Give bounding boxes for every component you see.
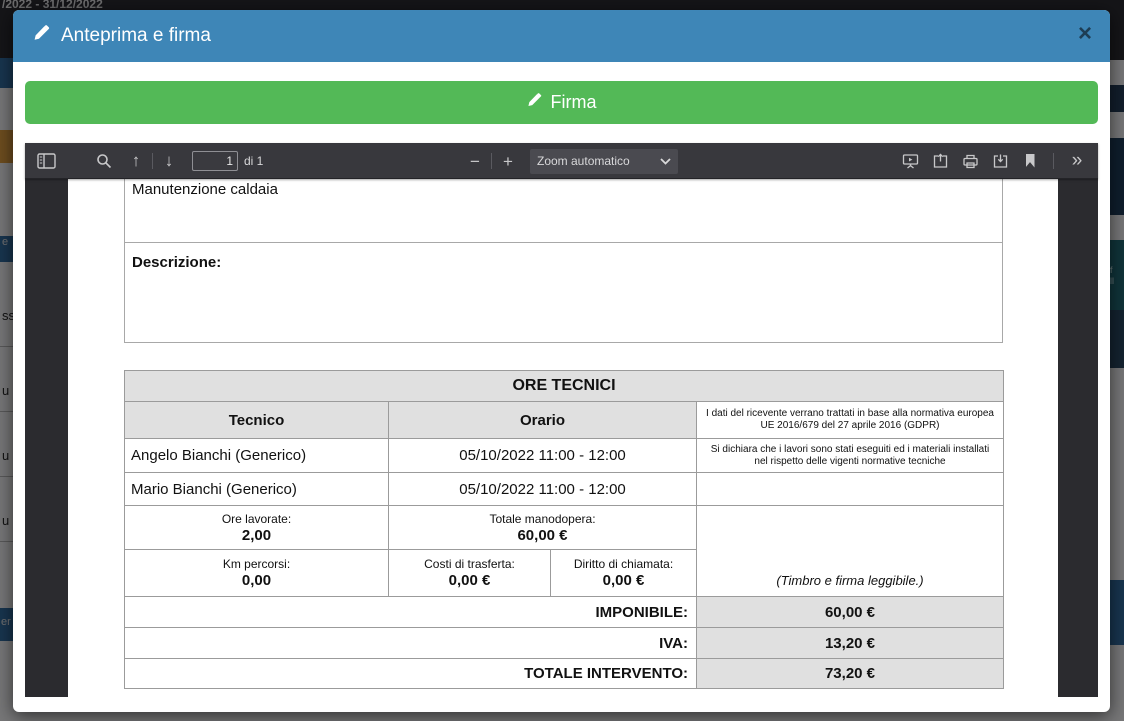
zoom-in-icon[interactable]: + xyxy=(495,148,521,174)
column-header-orario: Orario xyxy=(389,402,697,439)
technician-time: 05/10/2022 11:00 - 12:00 xyxy=(389,473,697,506)
pdf-viewer: ↑ ↓ di 1 − + xyxy=(25,143,1098,697)
presentation-mode-icon[interactable] xyxy=(897,148,923,174)
column-header-tecnico: Tecnico xyxy=(125,402,389,439)
gdpr-note: I dati del ricevente verrano trattati in… xyxy=(697,402,1004,439)
pdf-toolbar: ↑ ↓ di 1 − + xyxy=(25,143,1098,179)
search-icon[interactable] xyxy=(91,148,117,174)
total-row-label: IMPONIBILE: xyxy=(125,597,697,628)
work-title-box: Manutenzione caldaia xyxy=(124,179,1003,243)
sign-button-label: Firma xyxy=(551,92,597,113)
declaration-note: Si dichiara che i lavori sono stati eseg… xyxy=(697,439,1004,473)
empty-cell xyxy=(697,473,1004,506)
costi-trasferta-cell: Costi di trasferta: 0,00 € xyxy=(389,550,551,597)
page-count-label: di 1 xyxy=(244,154,263,168)
description-box: Descrizione: xyxy=(124,242,1003,343)
stamp-signature-cell: (Timbro e firma leggibile.) xyxy=(697,506,1004,597)
work-title: Manutenzione caldaia xyxy=(132,181,278,198)
technician-name: Mario Bianchi (Generico) xyxy=(125,473,389,506)
more-tools-icon[interactable]: » xyxy=(1064,148,1090,174)
pdf-page: Manutenzione caldaia Descrizione: ORE TE… xyxy=(68,179,1058,697)
current-view-bookmark-icon[interactable] xyxy=(1017,148,1043,174)
print-icon[interactable] xyxy=(957,148,983,174)
modal-header: Anteprima e firma × xyxy=(13,10,1110,62)
pdf-document-area[interactable]: Manutenzione caldaia Descrizione: ORE TE… xyxy=(25,179,1098,697)
sidebar-toggle-icon[interactable] xyxy=(33,148,59,174)
description-label: Descrizione: xyxy=(132,254,221,271)
close-icon[interactable]: × xyxy=(1078,22,1092,46)
totale-manodopera-cell: Totale manodopera: 60,00 € xyxy=(389,506,697,550)
chevron-down-icon xyxy=(660,158,671,165)
preview-sign-modal: Anteprima e firma × Firma xyxy=(13,10,1110,712)
zoom-level-select[interactable]: Zoom automatico xyxy=(530,149,678,174)
zoom-level-value: Zoom automatico xyxy=(537,154,630,168)
page-down-icon[interactable]: ↓ xyxy=(156,148,182,174)
km-percorsi-cell: Km percorsi: 0,00 xyxy=(125,550,389,597)
technician-name: Angelo Bianchi (Generico) xyxy=(125,439,389,473)
page-up-icon[interactable]: ↑ xyxy=(123,148,149,174)
total-row-value: 73,20 € xyxy=(697,659,1004,689)
page-number-input[interactable] xyxy=(192,151,238,171)
screen: /2022 - 31/12/2022 e ss u u u er f ll An… xyxy=(0,0,1124,721)
technician-time: 05/10/2022 11:00 - 12:00 xyxy=(389,439,697,473)
sign-button[interactable]: Firma xyxy=(25,81,1098,124)
total-row-value: 13,20 € xyxy=(697,628,1004,659)
open-file-icon[interactable] xyxy=(927,148,953,174)
total-row-label: IVA: xyxy=(125,628,697,659)
pencil-icon xyxy=(33,25,50,47)
ore-lavorate-cell: Ore lavorate: 2,00 xyxy=(125,506,389,550)
download-icon[interactable] xyxy=(987,148,1013,174)
ore-tecnici-table: ORE TECNICI Tecnico Orario I dati del ri… xyxy=(124,370,1004,689)
zoom-out-icon[interactable]: − xyxy=(462,148,488,174)
total-row-label: TOTALE INTERVENTO: xyxy=(125,659,697,689)
modal-title: Anteprima e firma xyxy=(61,25,211,47)
table-title: ORE TECNICI xyxy=(125,371,1004,402)
pencil-icon xyxy=(527,92,542,113)
total-row-value: 60,00 € xyxy=(697,597,1004,628)
diritto-chiamata-cell: Diritto di chiamata: 0,00 € xyxy=(551,550,697,597)
modal-body: Firma xyxy=(13,62,1110,697)
